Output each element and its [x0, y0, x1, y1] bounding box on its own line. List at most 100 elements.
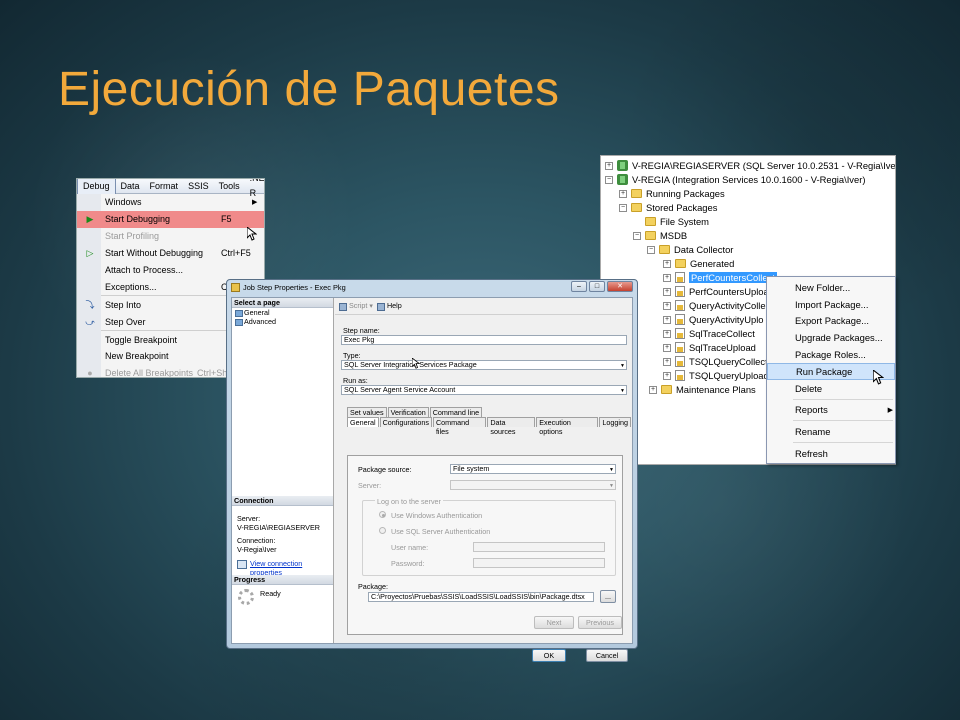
close-icon[interactable]: ✕: [607, 281, 633, 292]
tree-node-label: QueryActivityUplo: [689, 314, 764, 325]
tree-node-label: MSDB: [660, 230, 688, 241]
tree-node-perfcounterscollect[interactable]: + PerfCountersCollect: [663, 271, 777, 284]
menubar-tools[interactable]: Tools: [214, 179, 245, 194]
ctx-rename[interactable]: Rename: [767, 423, 895, 440]
windows-auth-radio[interactable]: [379, 511, 386, 518]
package-icon: [675, 370, 685, 381]
script-button[interactable]: Script ▾: [339, 301, 373, 311]
previous-button[interactable]: Previous: [578, 616, 622, 629]
package-path-field[interactable]: C:\Proyectos\Pruebas\SSIS\LoadSSIS\LoadS…: [368, 592, 594, 602]
menu-separator: [793, 420, 893, 422]
menu-item-label: Delete All Breakpoints: [105, 368, 194, 378]
ctx-package-roles[interactable]: Package Roles...: [767, 346, 895, 363]
run-as-select[interactable]: SQL Server Agent Service Account ▼: [341, 385, 627, 395]
tree-node-sqltracecollect[interactable]: + SqlTraceCollect: [663, 327, 755, 340]
tree-node-data-collector[interactable]: − Data Collector: [647, 243, 733, 256]
run-as-label: Run as:: [343, 376, 368, 385]
menubar-data[interactable]: Data: [116, 179, 145, 194]
dialog-titlebar[interactable]: Job Step Properties - Exec Pkg – □ ✕: [227, 280, 637, 295]
minimize-icon[interactable]: –: [571, 281, 587, 292]
expand-icon[interactable]: +: [649, 385, 657, 394]
menubar-ssis[interactable]: SSIS: [183, 179, 214, 194]
tree-node-running-packages[interactable]: + Running Packages: [619, 187, 725, 200]
tab-command-files[interactable]: Command files: [432, 417, 487, 436]
package-icon: [675, 342, 685, 353]
menubar-debug[interactable]: Debug: [77, 179, 116, 194]
tab-execution-options[interactable]: Execution options: [536, 417, 599, 436]
expand-icon[interactable]: +: [663, 315, 671, 324]
sql-auth-radio[interactable]: [379, 527, 386, 534]
ok-button[interactable]: OK: [532, 649, 566, 662]
tree-node-tsqlquerycollect[interactable]: + TSQLQueryCollect: [663, 355, 768, 368]
expand-icon[interactable]: +: [619, 189, 627, 198]
tab-verification[interactable]: Verification: [387, 407, 429, 417]
tree-node-sqltraceupload[interactable]: + SqlTraceUpload: [663, 341, 756, 354]
expand-icon[interactable]: +: [663, 287, 671, 296]
tree-node-queryactivityupload[interactable]: + QueryActivityUplo: [663, 313, 764, 326]
package-source-select[interactable]: File system ▼: [450, 464, 616, 474]
tab-configurations[interactable]: Configurations: [379, 417, 432, 427]
browse-button[interactable]: ...: [600, 590, 616, 603]
page-general[interactable]: General: [232, 308, 333, 317]
password-field[interactable]: [473, 558, 605, 568]
ctx-refresh[interactable]: Refresh: [767, 445, 895, 462]
user-name-field[interactable]: [473, 542, 605, 552]
menu-item-start-without-debugging[interactable]: ▷ Start Without Debugging Ctrl+F5: [77, 245, 264, 262]
tree-node-file-system[interactable]: File System: [645, 215, 709, 228]
app-icon: [231, 283, 240, 292]
tree-node-generated[interactable]: + Generated: [663, 257, 734, 270]
tab-general[interactable]: General: [347, 417, 379, 427]
menubar-format[interactable]: Format: [145, 179, 184, 194]
tree-node-label: V-REGIA (Integration Services 10.0.1600 …: [632, 174, 866, 185]
expand-icon[interactable]: +: [663, 357, 671, 366]
expand-icon[interactable]: +: [663, 259, 671, 268]
package-source-value: File system: [453, 464, 490, 473]
collapse-icon[interactable]: −: [619, 203, 627, 212]
maximize-icon[interactable]: □: [589, 281, 605, 292]
server-select[interactable]: ▼: [450, 480, 616, 490]
server-icon: [617, 160, 628, 171]
tree-node-msdb[interactable]: − MSDB: [633, 229, 687, 242]
cancel-button[interactable]: Cancel: [586, 649, 628, 662]
menu-item-start-debugging[interactable]: ▶ Start Debugging F5: [77, 210, 264, 228]
ctx-upgrade-packages[interactable]: Upgrade Packages...: [767, 329, 895, 346]
tree-node-perfcountersupload[interactable]: + PerfCountersUploa: [663, 285, 769, 298]
collapse-icon[interactable]: −: [647, 245, 655, 254]
tree-node-queryactivitycollect[interactable]: + QueryActivityColle: [663, 299, 766, 312]
menu-item-label: Attach to Process...: [105, 265, 184, 275]
expand-icon[interactable]: +: [663, 273, 671, 282]
step-name-field[interactable]: Exec Pkg: [341, 335, 627, 345]
menu-separator: [793, 442, 893, 444]
tab-command-line[interactable]: Command line: [429, 407, 483, 417]
expand-icon[interactable]: +: [663, 301, 671, 310]
tree-node-sql-server[interactable]: + V-REGIA\REGIASERVER (SQL Server 10.0.2…: [605, 159, 895, 172]
expand-icon[interactable]: +: [663, 329, 671, 338]
ctx-reports[interactable]: Reports ▶: [767, 402, 895, 419]
script-label: Script: [349, 301, 368, 311]
menu-item-attach-to-process[interactable]: Attach to Process...: [77, 262, 264, 279]
type-select[interactable]: SQL Server Integration Services Package …: [341, 360, 627, 370]
collapse-icon[interactable]: −: [633, 231, 641, 240]
help-button[interactable]: Help: [376, 301, 402, 311]
tree-node-label: Data Collector: [674, 244, 734, 255]
tab-set-values[interactable]: Set values: [347, 407, 387, 417]
menu-item-windows[interactable]: Windows ▶: [77, 194, 264, 211]
tree-node-tsqlqueryupload[interactable]: + TSQLQueryUpload: [663, 369, 769, 382]
expand-icon[interactable]: +: [663, 371, 671, 380]
ctx-new-folder[interactable]: New Folder...: [767, 279, 895, 296]
expand-icon[interactable]: +: [663, 343, 671, 352]
tab-data-sources[interactable]: Data sources: [487, 417, 536, 436]
tree-node-integration-services[interactable]: − V-REGIA (Integration Services 10.0.160…: [605, 173, 865, 186]
tree-node-maintenance-plans[interactable]: + Maintenance Plans: [649, 383, 756, 396]
page-advanced[interactable]: Advanced: [232, 317, 333, 326]
menu-item-start-profiling[interactable]: Start Profiling: [77, 228, 264, 245]
tree-node-stored-packages[interactable]: − Stored Packages: [619, 201, 717, 214]
tab-logging[interactable]: Logging: [599, 417, 631, 427]
menu-item-label: Toggle Breakpoint: [105, 334, 178, 345]
expand-icon[interactable]: +: [605, 161, 613, 170]
ctx-export-package[interactable]: Export Package...: [767, 313, 895, 330]
dialog-toolbar: Script ▾ Help: [335, 298, 632, 315]
ctx-import-package[interactable]: Import Package...: [767, 296, 895, 313]
next-button[interactable]: Next: [534, 616, 574, 629]
collapse-icon[interactable]: −: [605, 175, 613, 184]
